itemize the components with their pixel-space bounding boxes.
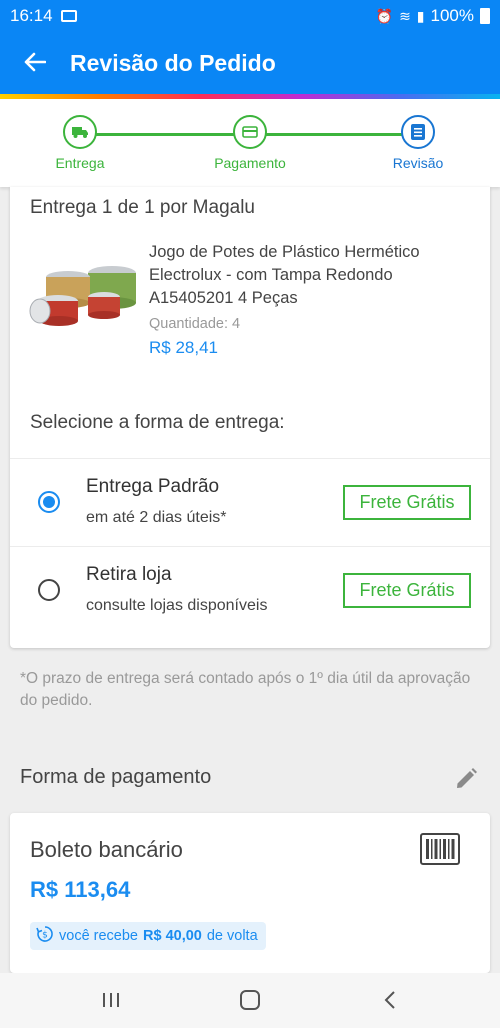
delivery-card: Entrega 1 de 1 por Magalu Jogo de Potes … xyxy=(10,187,490,648)
cashback-value: R$ 40,00 xyxy=(143,928,202,944)
edit-pencil-icon[interactable] xyxy=(453,766,479,792)
svg-text:$: $ xyxy=(42,931,48,941)
delivery-header: Entrega 1 de 1 por Magalu xyxy=(30,197,255,218)
home-icon[interactable] xyxy=(230,985,270,1015)
cashback-icon: $ xyxy=(36,925,54,947)
battery-percent: 100% xyxy=(430,6,474,25)
delivery-option-padrao[interactable]: Entrega Padrão em até 2 dias úteis* Fret… xyxy=(10,459,490,546)
free-shipping-badge: Frete Grátis xyxy=(343,485,471,520)
card-icon xyxy=(233,115,267,149)
quantity-label: Quantidade: xyxy=(149,316,229,332)
back-nav-icon[interactable] xyxy=(370,985,410,1015)
app-bar: Revisão do Pedido xyxy=(0,32,500,94)
product-quantity: Quantidade: 4 xyxy=(149,316,240,332)
delivery-note: *O prazo de entrega será contado após o … xyxy=(20,670,471,709)
checkout-stepper: Entrega Pagamento Revisão xyxy=(0,99,500,187)
cashback-prefix: você recebe xyxy=(59,928,138,944)
step-label: Entrega xyxy=(55,155,105,171)
alarm-icon: ⏰ xyxy=(375,7,394,24)
option-subtitle: consulte lojas disponíveis xyxy=(86,597,268,614)
back-arrow-icon[interactable] xyxy=(0,47,70,79)
quantity-value: 4 xyxy=(232,316,241,332)
radio-button[interactable] xyxy=(38,579,60,601)
payment-card: Boleto bancário R$ 113,64 $ você recebe … xyxy=(10,813,490,973)
payment-amount: R$ 113,64 xyxy=(30,877,131,902)
product-image xyxy=(28,249,140,333)
delivery-options-title: Selecione a forma de entrega: xyxy=(30,412,285,433)
document-icon xyxy=(401,115,435,149)
truck-icon xyxy=(63,115,97,149)
free-shipping-badge: Frete Grátis xyxy=(343,573,471,608)
product-name[interactable]: Jogo de Potes de Plástico Hermético Elec… xyxy=(149,241,479,310)
recent-apps-icon[interactable] xyxy=(91,985,131,1015)
cashback-badge: $ você recebe R$ 40,00 de volta xyxy=(30,922,266,950)
product-price: R$ 28,41 xyxy=(149,338,218,357)
option-title: Retira loja xyxy=(86,564,172,585)
page-title: Revisão do Pedido xyxy=(70,49,276,76)
option-subtitle: em até 2 dias úteis* xyxy=(86,509,227,526)
payment-section-title: Forma de pagamento xyxy=(20,766,212,788)
payment-method: Boleto bancário xyxy=(30,837,183,862)
wifi-icon: ≋ xyxy=(399,7,411,24)
cashback-suffix: de volta xyxy=(206,928,258,944)
radio-button[interactable] xyxy=(38,491,60,513)
signal-icon: ▮ xyxy=(416,7,425,24)
step-label: Pagamento xyxy=(214,155,286,171)
option-title: Entrega Padrão xyxy=(86,476,220,497)
battery-icon xyxy=(480,8,490,24)
status-right: ⏰ ≋ ▮ 100% xyxy=(376,6,490,26)
step-label: Revisão xyxy=(392,155,444,171)
step-pagamento[interactable]: Pagamento xyxy=(190,115,310,171)
step-revisao[interactable]: Revisão xyxy=(358,115,478,171)
barcode-icon xyxy=(420,833,460,865)
cast-icon xyxy=(60,10,77,22)
delivery-option-retira-loja[interactable]: Retira loja consulte lojas disponíveis F… xyxy=(10,547,490,634)
system-nav-bar xyxy=(0,973,500,1028)
status-bar: 16:14 ⏰ ≋ ▮ 100% xyxy=(0,0,500,32)
step-entrega[interactable]: Entrega xyxy=(20,115,140,171)
status-time: 16:14 xyxy=(10,6,53,25)
